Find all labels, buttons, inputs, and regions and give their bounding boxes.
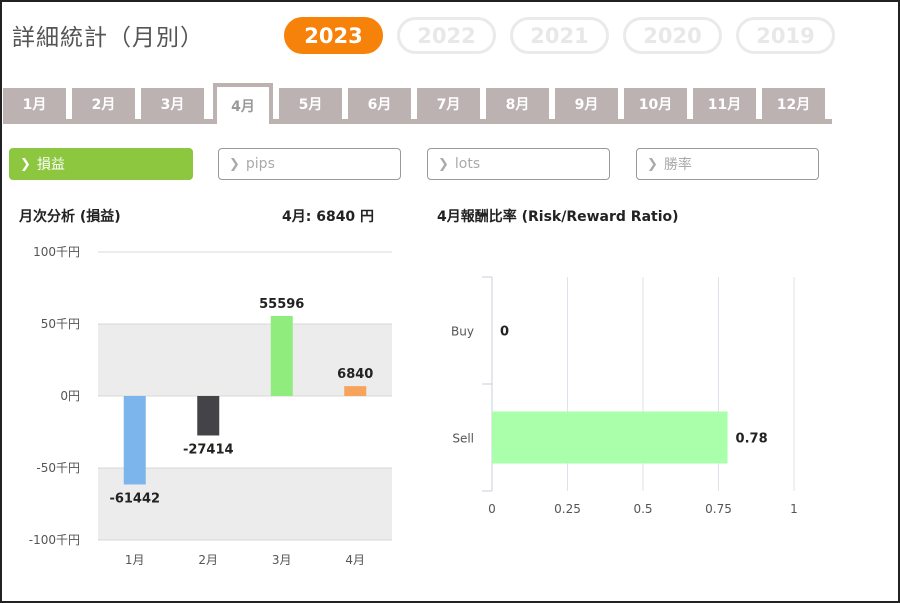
y-tick-label: -100千円 [29,533,80,547]
monthly-pnl-chart: 100千円 50千円 0円 -50千円 -100千円 -61442 1月 -27414 2月 55… [29,245,392,567]
data-label: -27414 [183,442,234,457]
bar-1月 [123,396,146,485]
plot-band [98,324,392,396]
y-tick-label: Buy [451,325,474,339]
year-button-2021[interactable]: 2021 [510,17,609,54]
month-tab-3[interactable]: 3月 [141,88,204,119]
month-tabs: 1月 2月 3月 4月 5月 6月 7月 8月 9月 10月 11月 12月 [3,83,832,124]
year-button-2020[interactable]: 2020 [623,17,722,54]
risk-reward-chart: 0 0.25 0.5 0.75 1 0 Buy 0.78 Sell [451,276,798,516]
y-tick-label: Sell [452,432,474,446]
chevron-right-icon: ❯ [438,156,449,172]
chevron-right-icon: ❯ [20,156,31,172]
month-tab-5[interactable]: 5月 [279,88,342,119]
bar-4月 [344,386,367,396]
data-label: 0.78 [736,432,768,447]
y-tick-label: 0円 [60,389,80,403]
metric-label: 勝率 [663,157,692,173]
month-tab-9[interactable]: 9月 [555,88,618,119]
data-label: 6840 [337,367,373,382]
data-label: -61442 [109,491,160,506]
x-tick-label: 0.25 [554,502,581,516]
ratio-chart-heading: 4月報酬比率 (Risk/Reward Ratio) [437,209,679,225]
month-tab-8[interactable]: 8月 [486,88,549,119]
chevron-right-icon: ❯ [647,156,658,172]
x-tick-label: 0.5 [633,502,652,516]
metric-button-profit[interactable]: ❯ 損益 [9,148,193,180]
x-tick-label: 0 [488,502,496,516]
metric-label: 損益 [36,157,65,173]
bar-sell [492,411,728,464]
month-tab-11[interactable]: 11月 [693,88,756,119]
x-tick-label: 0.75 [705,502,732,516]
x-tick-label: 2月 [198,553,218,567]
bar-3月 [270,315,293,396]
chevron-right-icon: ❯ [229,156,240,172]
y-tick-label: 100千円 [33,245,80,259]
metric-label: pips [245,156,275,172]
bar-2月 [197,396,220,436]
month-tab-4[interactable]: 4月 [213,83,273,124]
x-tick-label: 1月 [125,553,145,567]
month-tab-6[interactable]: 6月 [348,88,411,119]
year-button-2023[interactable]: 2023 [284,17,383,54]
data-label: 55596 [259,297,304,312]
page-title: 詳細統計（月別） [12,25,204,51]
x-tick-label: 3月 [272,553,292,567]
metric-label: lots [454,156,481,172]
metric-button-pips[interactable]: ❯ pips [218,148,401,180]
metric-button-lots[interactable]: ❯ lots [427,148,610,180]
month-tab-12[interactable]: 12月 [762,88,825,119]
monthly-summary: 4月: 6840 円 [282,209,375,225]
month-tab-1[interactable]: 1月 [3,88,66,119]
month-tab-10[interactable]: 10月 [624,88,687,119]
y-tick-label: -50千円 [36,461,80,475]
x-tick-label: 1 [790,502,798,516]
metric-button-winrate[interactable]: ❯ 勝率 [636,148,819,180]
year-button-2022[interactable]: 2022 [397,17,496,54]
x-tick-label: 4月 [345,553,365,567]
year-selector: 2023 2022 2021 2020 2019 [284,17,835,54]
year-button-2019[interactable]: 2019 [736,17,835,54]
month-tab-7[interactable]: 7月 [417,88,480,119]
month-tab-2[interactable]: 2月 [72,88,135,119]
y-tick-label: 50千円 [41,317,80,331]
data-label: 0 [500,325,509,340]
monthly-chart-heading: 月次分析 (損益) [19,209,121,225]
